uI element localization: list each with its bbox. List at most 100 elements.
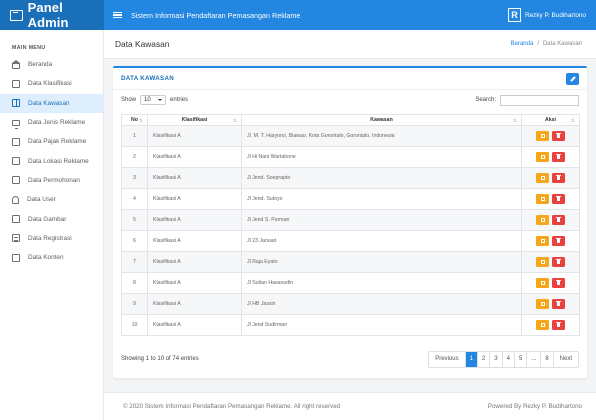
row-delete-button[interactable]	[552, 320, 565, 330]
cell-klasifikasi: Klasifikasi A	[147, 167, 242, 189]
cell-aksi	[521, 293, 580, 315]
sidebar-item-data-pajak-reklame[interactable]: Data Pajak Reklame	[0, 132, 103, 151]
home-icon	[12, 59, 20, 69]
trash-icon	[555, 321, 561, 327]
table-row: 9 Klasifikasi A Jl HB Jassin	[121, 293, 580, 315]
sidebar: MAIN MENU Beranda Data Klasifikasi Data …	[0, 30, 104, 420]
breadcrumb-current: Data Kawasan	[542, 41, 582, 47]
cell-klasifikasi: Klasifikasi A	[147, 230, 242, 252]
sidebar-item-data-jenis-reklame[interactable]: Data Jenis Reklame	[0, 113, 103, 132]
pagination-page-3[interactable]: 3	[490, 351, 503, 367]
row-edit-button[interactable]	[536, 299, 549, 309]
calendar-icon	[12, 137, 20, 146]
book-icon	[12, 99, 20, 108]
sidebar-heading: MAIN MENU	[12, 45, 46, 51]
cell-no: 7	[121, 251, 148, 273]
cell-kawasan: Jl Sultan Hasanudin	[241, 272, 522, 294]
row-edit-button[interactable]	[536, 131, 549, 141]
table-row: 2 Klasifikasi A Jl Hi Nani Wartabone	[121, 146, 580, 168]
cell-klasifikasi: Klasifikasi A	[147, 146, 242, 168]
sidebar-item-data-gambar[interactable]: Data Gambar	[0, 209, 103, 228]
sidebar-item-data-lokasi-reklame[interactable]: Data Lokasi Reklame	[0, 151, 103, 170]
sidebar-item-data-kawasan[interactable]: Data Kawasan	[0, 93, 103, 113]
top-navbar: Sistem Informasi Pendaftaran Pemasangan …	[104, 0, 596, 30]
edit-button[interactable]	[566, 72, 579, 85]
brand-title: Panel Admin	[27, 0, 69, 30]
column-header-klasifikasi[interactable]: Klasifikasi ⇅	[147, 114, 242, 126]
cell-klasifikasi: Klasifikasi A	[147, 125, 242, 147]
row-delete-button[interactable]	[552, 257, 565, 267]
page-length-value: 10	[144, 97, 151, 103]
sidebar-item-data-klasifikasi[interactable]: Data Klasifikasi	[0, 74, 103, 93]
row-delete-button[interactable]	[552, 215, 565, 225]
row-delete-button[interactable]	[552, 236, 565, 246]
pagination-page-1[interactable]: 1	[465, 351, 478, 367]
edit-icon	[540, 218, 545, 222]
cell-kawasan: Jl Raja Eyato	[241, 251, 522, 273]
cell-aksi	[521, 167, 580, 189]
sidebar-item-label: Data Konten	[28, 254, 64, 262]
row-edit-button[interactable]	[536, 194, 549, 204]
pagination-previous[interactable]: Previous	[429, 351, 466, 367]
list-icon	[12, 234, 20, 243]
cell-kawasan: Jl Hi Nani Wartabone	[241, 146, 522, 168]
row-edit-button[interactable]	[536, 215, 549, 225]
sidebar-item-data-user[interactable]: Data User	[0, 190, 103, 209]
trash-icon	[555, 216, 561, 222]
row-edit-button[interactable]	[536, 236, 549, 246]
sidebar-item-label: Data Klasifikasi	[28, 80, 72, 88]
sidebar-item-beranda[interactable]: Beranda	[0, 55, 103, 74]
user-menu[interactable]: R Rezky P. Budihartono	[508, 8, 586, 22]
edit-icon	[540, 260, 545, 264]
table-info: Showing 1 to 10 of 74 entries	[121, 356, 199, 362]
row-edit-button[interactable]	[536, 173, 549, 183]
trash-icon	[555, 300, 561, 306]
cell-kawasan: Jl Jend S. Parman	[241, 209, 522, 231]
page-footer: © 2020 Sistem Informasi Pendaftaran Pema…	[104, 392, 596, 420]
row-delete-button[interactable]	[552, 278, 565, 288]
column-header-aksi[interactable]: Aksi ⇅	[521, 114, 580, 126]
sidebar-item-data-registrasi[interactable]: Data Registrasi	[0, 229, 103, 248]
cell-aksi	[521, 209, 580, 231]
column-header-kawasan[interactable]: Kawasan ⇅	[241, 114, 522, 126]
sidebar-item-data-permohonan[interactable]: Data Permohonan	[0, 171, 103, 190]
trash-icon	[555, 153, 561, 159]
page-length-control: Show 10 entries	[121, 95, 188, 105]
search-control: Search:	[475, 94, 579, 106]
cell-no: 6	[121, 230, 148, 252]
sidebar-item-label: Data Gambar	[28, 215, 67, 223]
table-row: 3 Klasifikasi A Jl Jend. Soeprapto	[121, 167, 580, 189]
row-delete-button[interactable]	[552, 173, 565, 183]
sidebar-item-data-konten[interactable]: Data Konten	[0, 248, 103, 267]
column-header-no[interactable]: No ⇅	[121, 114, 148, 126]
breadcrumb-beranda[interactable]: Beranda	[511, 41, 534, 47]
hamburger-menu-icon[interactable]	[113, 11, 122, 19]
pagination-page-2[interactable]: 2	[477, 351, 491, 367]
pagination-next[interactable]: Next	[553, 351, 578, 367]
table-row: 1 Klasifikasi A Jl. M. T. Haryono, Biawao,…	[121, 125, 580, 147]
trash-icon	[555, 237, 561, 243]
search-input[interactable]	[500, 94, 579, 106]
row-edit-button[interactable]	[536, 320, 549, 330]
sidebar-item-label: Data Lokasi Reklame	[28, 157, 89, 165]
sort-icon: ⇅	[232, 118, 237, 124]
pagination: Previous 1 2 3 4 5 ... 8 Next	[428, 350, 579, 368]
pagination-page-4[interactable]: 4	[502, 351, 515, 367]
row-delete-button[interactable]	[552, 152, 565, 162]
row-edit-button[interactable]	[536, 257, 549, 267]
edit-icon	[540, 176, 545, 180]
pagination-page-8[interactable]: 8	[541, 351, 554, 367]
cell-no: 9	[121, 293, 148, 315]
entries-label: entries	[170, 97, 189, 103]
cell-aksi	[521, 314, 580, 336]
row-edit-button[interactable]	[536, 278, 549, 288]
pagination-page-5[interactable]: 5	[514, 351, 528, 367]
table-row: 8 Klasifikasi A Jl Sultan Hasanudin	[121, 272, 580, 294]
row-delete-button[interactable]	[552, 299, 565, 309]
row-delete-button[interactable]	[552, 131, 565, 141]
row-delete-button[interactable]	[552, 194, 565, 204]
cell-aksi	[521, 146, 580, 168]
page-length-select[interactable]: 10	[140, 95, 167, 105]
row-edit-button[interactable]	[536, 152, 549, 162]
cell-aksi	[521, 272, 580, 294]
